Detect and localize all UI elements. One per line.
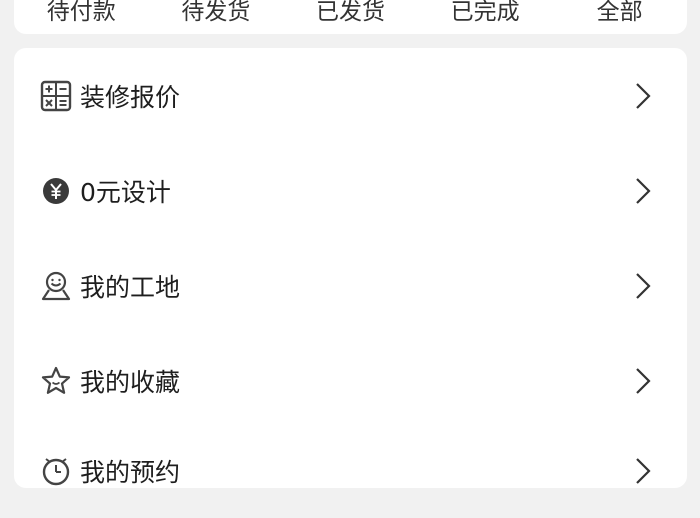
menu-item-label: 0元设计 (80, 177, 171, 207)
yen-coin-icon (40, 175, 72, 207)
chevron-right-icon (635, 457, 651, 485)
menu-card: 装修报价 0元设计 我的工地 我的收藏 我的预约 (14, 48, 687, 488)
chevron-right-icon (635, 272, 651, 300)
tab-completed[interactable]: 已完成 (418, 0, 553, 26)
clock-icon (40, 455, 72, 487)
menu-item-free-design[interactable]: 0元设计 (14, 143, 687, 238)
menu-item-label: 装修报价 (80, 82, 181, 112)
menu-item-label: 我的预约 (80, 457, 181, 487)
tab-shipped[interactable]: 已发货 (283, 0, 418, 26)
tab-pending-shipment[interactable]: 待发货 (149, 0, 284, 26)
menu-item-my-appointments[interactable]: 我的预约 (14, 423, 687, 518)
chevron-right-icon (635, 82, 651, 110)
tab-all[interactable]: 全部 (552, 0, 687, 26)
chevron-right-icon (635, 367, 651, 395)
menu-item-my-favorites[interactable]: 我的收藏 (14, 333, 687, 428)
chevron-right-icon (635, 177, 651, 205)
menu-item-renovation-quote[interactable]: 装修报价 (14, 48, 687, 143)
menu-item-label: 我的收藏 (80, 367, 181, 397)
star-icon (40, 365, 72, 397)
construction-site-icon (40, 270, 72, 302)
tab-pending-payment[interactable]: 待付款 (14, 0, 149, 26)
calculator-icon (40, 80, 72, 112)
menu-item-label: 我的工地 (80, 272, 181, 302)
order-status-tabs: 待付款 待发货 已发货 已完成 全部 (14, 0, 687, 34)
menu-item-my-site[interactable]: 我的工地 (14, 238, 687, 333)
